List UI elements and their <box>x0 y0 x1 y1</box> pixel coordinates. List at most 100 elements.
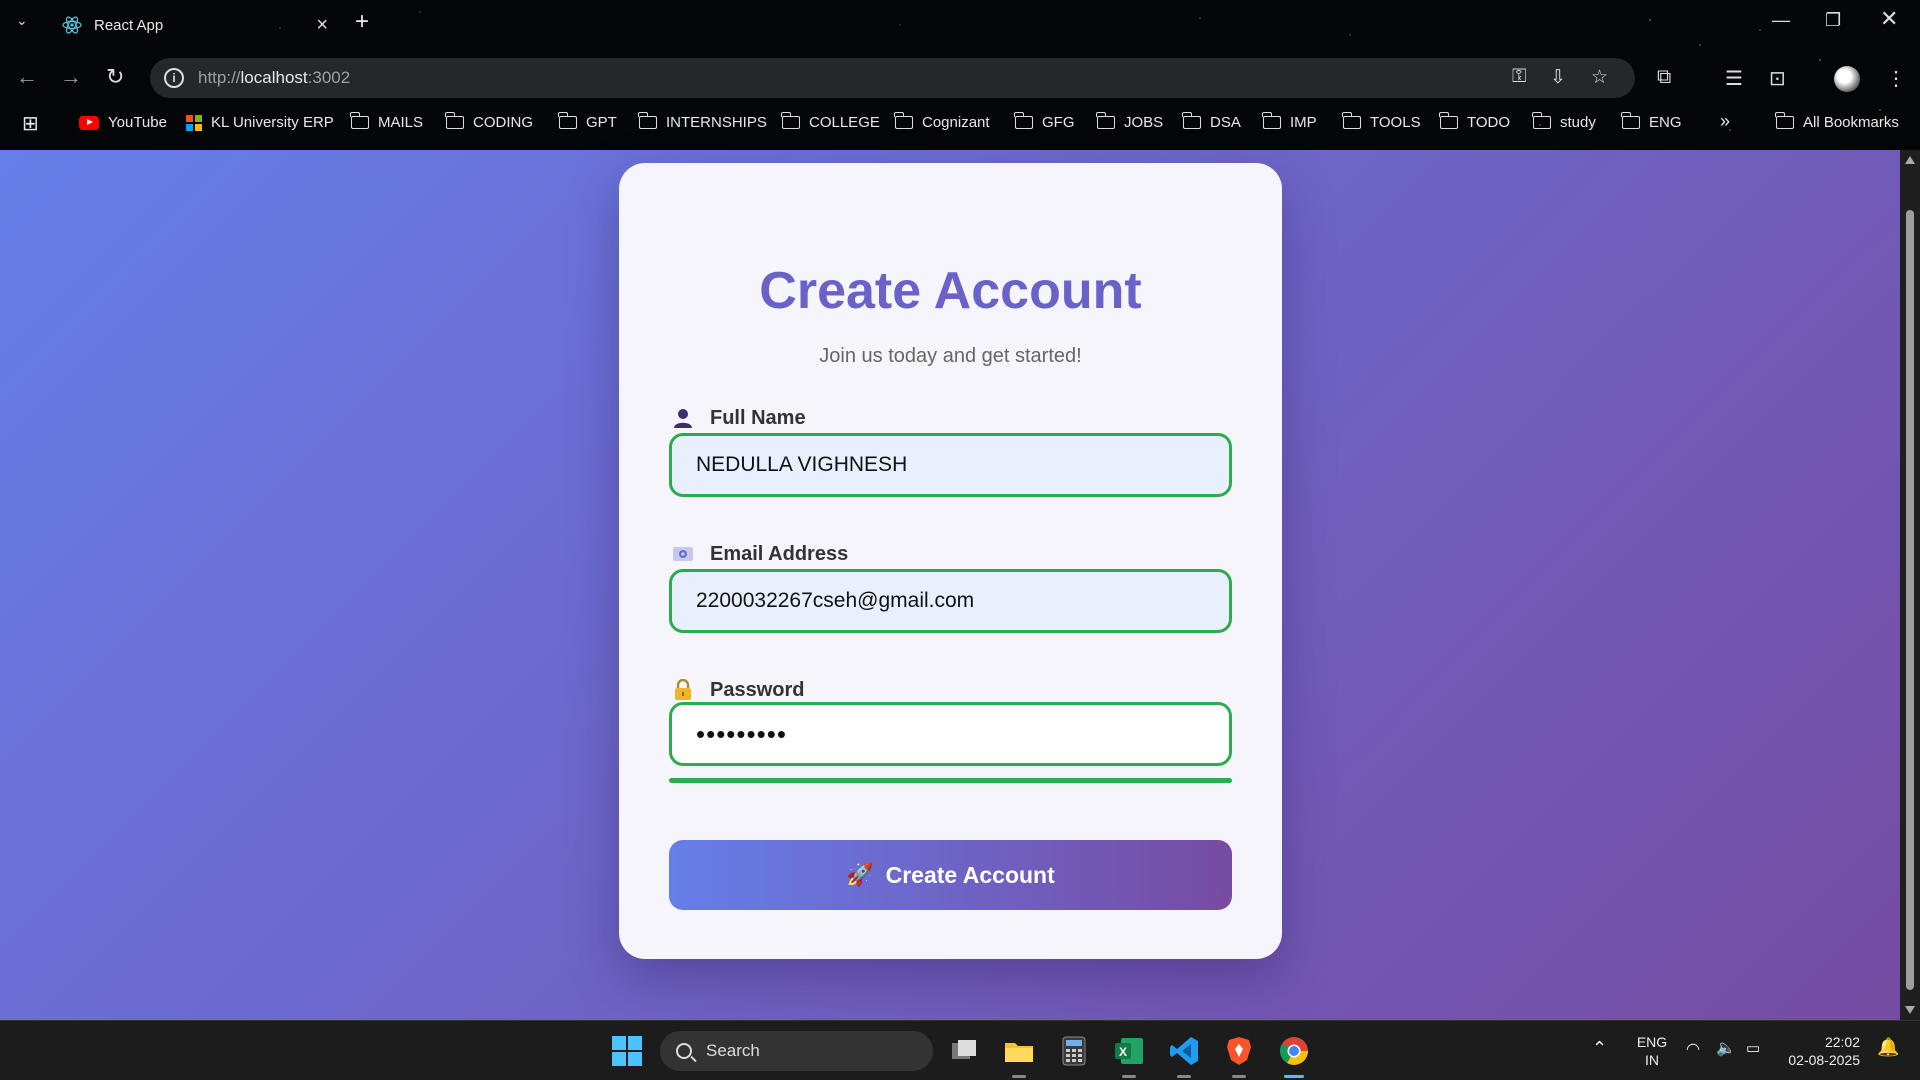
bookmarks-bar: ⊞ YouTube KL University ERP MAILS CODING… <box>0 108 1920 142</box>
back-icon[interactable]: ← <box>16 64 38 90</box>
brave-running-indicator <box>1232 1075 1246 1078</box>
full-name-label: Full Name <box>672 406 806 430</box>
screenshot-icon[interactable]: ⊡ <box>1769 66 1786 91</box>
reload-icon[interactable]: ↻ <box>106 64 124 90</box>
close-window-icon[interactable]: ✕ <box>1880 6 1898 32</box>
show-hidden-icons-chevron[interactable]: ⌃ <box>1592 1039 1607 1057</box>
bookmark-gpt[interactable]: GPT <box>558 112 617 131</box>
folder-icon <box>1775 112 1794 129</box>
folder-icon <box>1621 112 1640 129</box>
bookmark-mails[interactable]: MAILS <box>350 112 423 131</box>
task-view-icon[interactable] <box>948 1035 980 1067</box>
folder-icon <box>1342 112 1361 129</box>
brave-icon[interactable] <box>1223 1035 1255 1067</box>
chrome-active-indicator <box>1284 1075 1304 1078</box>
react-icon <box>62 16 82 34</box>
url-text[interactable]: http://localhost:3002 <box>198 68 350 88</box>
new-tab-icon[interactable]: + <box>355 8 369 36</box>
bookmark-tools[interactable]: TOOLS <box>1342 112 1421 131</box>
menu-kebab-icon[interactable]: ⋮ <box>1886 66 1906 91</box>
address-bar[interactable]: i http://localhost:3002 ⚿ ⇩ ☆ <box>150 58 1635 98</box>
excel-icon[interactable]: X <box>1113 1035 1145 1067</box>
windows-start-icon[interactable] <box>611 1035 643 1067</box>
forward-icon[interactable]: → <box>60 64 82 90</box>
clock[interactable]: 22:02 02-08-2025 <box>1780 1033 1860 1069</box>
folder-icon <box>1532 112 1551 129</box>
language-indicator[interactable]: ENG IN <box>1632 1033 1672 1069</box>
minimize-icon[interactable]: — <box>1772 10 1790 31</box>
explorer-running-indicator <box>1012 1075 1026 1078</box>
folder-icon <box>781 112 800 129</box>
scroll-up-icon[interactable] <box>1905 156 1915 164</box>
bookmark-coding[interactable]: CODING <box>445 112 533 131</box>
bookmark-todo[interactable]: TODO <box>1439 112 1510 131</box>
reading-list-icon[interactable]: ☰ <box>1725 66 1743 91</box>
bookmark-kl-erp[interactable]: KL University ERP <box>186 114 334 131</box>
volume-icon[interactable]: 🔈 <box>1716 1040 1736 1058</box>
windows-taskbar: Search X ⌃ ENG IN ◠ 🔈 ▭ 22:02 02-08-2025… <box>0 1020 1920 1080</box>
bookmark-star-icon[interactable]: ☆ <box>1591 66 1608 89</box>
email-label: Email Address <box>672 542 848 566</box>
svg-text:X: X <box>1119 1045 1127 1059</box>
taskbar-search[interactable]: Search <box>660 1031 933 1071</box>
notification-bell-icon[interactable]: 🔔 <box>1877 1038 1899 1056</box>
signup-card: Create Account Join us today and get sta… <box>619 163 1282 959</box>
password-key-icon[interactable]: ⚿ <box>1512 66 1526 88</box>
bookmark-cognizant[interactable]: Cognizant <box>894 112 990 131</box>
vscode-running-indicator <box>1177 1075 1191 1078</box>
apps-grid-icon[interactable]: ⊞ <box>22 111 39 136</box>
bookmark-gfg[interactable]: GFG <box>1014 112 1075 131</box>
scroll-down-icon[interactable] <box>1905 1006 1915 1014</box>
bookmark-internships[interactable]: INTERNSHIPS <box>638 112 767 131</box>
full-name-input[interactable]: NEDULLA VIGHNESH <box>669 433 1232 497</box>
file-explorer-icon[interactable] <box>1003 1035 1035 1067</box>
bookmark-imp[interactable]: IMP <box>1262 112 1317 131</box>
folder-icon <box>894 112 913 129</box>
extensions-icon[interactable]: ⧉ <box>1657 66 1671 89</box>
bookmark-jobs[interactable]: JOBS <box>1096 112 1163 131</box>
battery-icon[interactable]: ▭ <box>1746 1040 1760 1058</box>
bookmark-dsa[interactable]: DSA <box>1182 112 1241 131</box>
scroll-thumb[interactable] <box>1906 210 1914 990</box>
folder-icon <box>638 112 657 129</box>
restore-icon[interactable]: ❐ <box>1825 10 1841 31</box>
bookmark-college[interactable]: COLLEGE <box>781 112 880 131</box>
email-input[interactable]: 2200032267cseh@gmail.com <box>669 569 1232 633</box>
folder-icon <box>1182 112 1201 129</box>
more-bookmarks-icon[interactable]: » <box>1720 111 1730 132</box>
excel-running-indicator <box>1122 1075 1136 1078</box>
all-bookmarks-button[interactable]: All Bookmarks <box>1775 112 1899 131</box>
email-icon <box>672 542 694 566</box>
lock-icon <box>672 678 694 702</box>
browser-tab[interactable]: React App × <box>50 6 340 44</box>
tab-close-icon[interactable]: × <box>316 14 328 37</box>
rocket-icon: 🚀 <box>846 862 874 887</box>
folder-icon <box>1014 112 1033 129</box>
folder-icon <box>1096 112 1115 129</box>
vscode-icon[interactable] <box>1168 1035 1200 1067</box>
profile-avatar[interactable] <box>1834 66 1860 92</box>
page-scrollbar[interactable] <box>1900 150 1920 1020</box>
wifi-icon[interactable]: ◠ <box>1686 1041 1700 1059</box>
calculator-icon[interactable] <box>1058 1035 1090 1067</box>
chrome-icon[interactable] <box>1278 1035 1310 1067</box>
browser-chrome: ⌄ React App × + — ❐ ✕ ← → ↻ i http://loc… <box>0 0 1920 150</box>
page-background: Create Account Join us today and get sta… <box>0 150 1900 1020</box>
bookmark-study[interactable]: study <box>1532 112 1596 131</box>
bookmark-eng[interactable]: ENG <box>1621 112 1682 131</box>
install-app-icon[interactable]: ⇩ <box>1550 66 1566 89</box>
password-input[interactable]: ••••••••• <box>669 702 1232 766</box>
user-icon <box>672 406 694 430</box>
bookmark-youtube[interactable]: YouTube <box>79 114 167 131</box>
tab-search-chevron-icon[interactable]: ⌄ <box>16 12 28 29</box>
page-subtitle: Join us today and get started! <box>819 345 1082 367</box>
microsoft-icon <box>186 114 202 131</box>
folder-icon <box>350 112 369 129</box>
password-strength-bar <box>669 778 1232 783</box>
tab-title: React App <box>94 16 164 34</box>
create-account-button[interactable]: 🚀 Create Account <box>669 840 1232 910</box>
browser-toolbar: ← → ↻ i http://localhost:3002 ⚿ ⇩ ☆ ⧉ ☰ … <box>0 56 1920 100</box>
folder-icon <box>1262 112 1281 129</box>
search-icon <box>676 1043 692 1059</box>
site-info-icon[interactable]: i <box>164 68 184 88</box>
